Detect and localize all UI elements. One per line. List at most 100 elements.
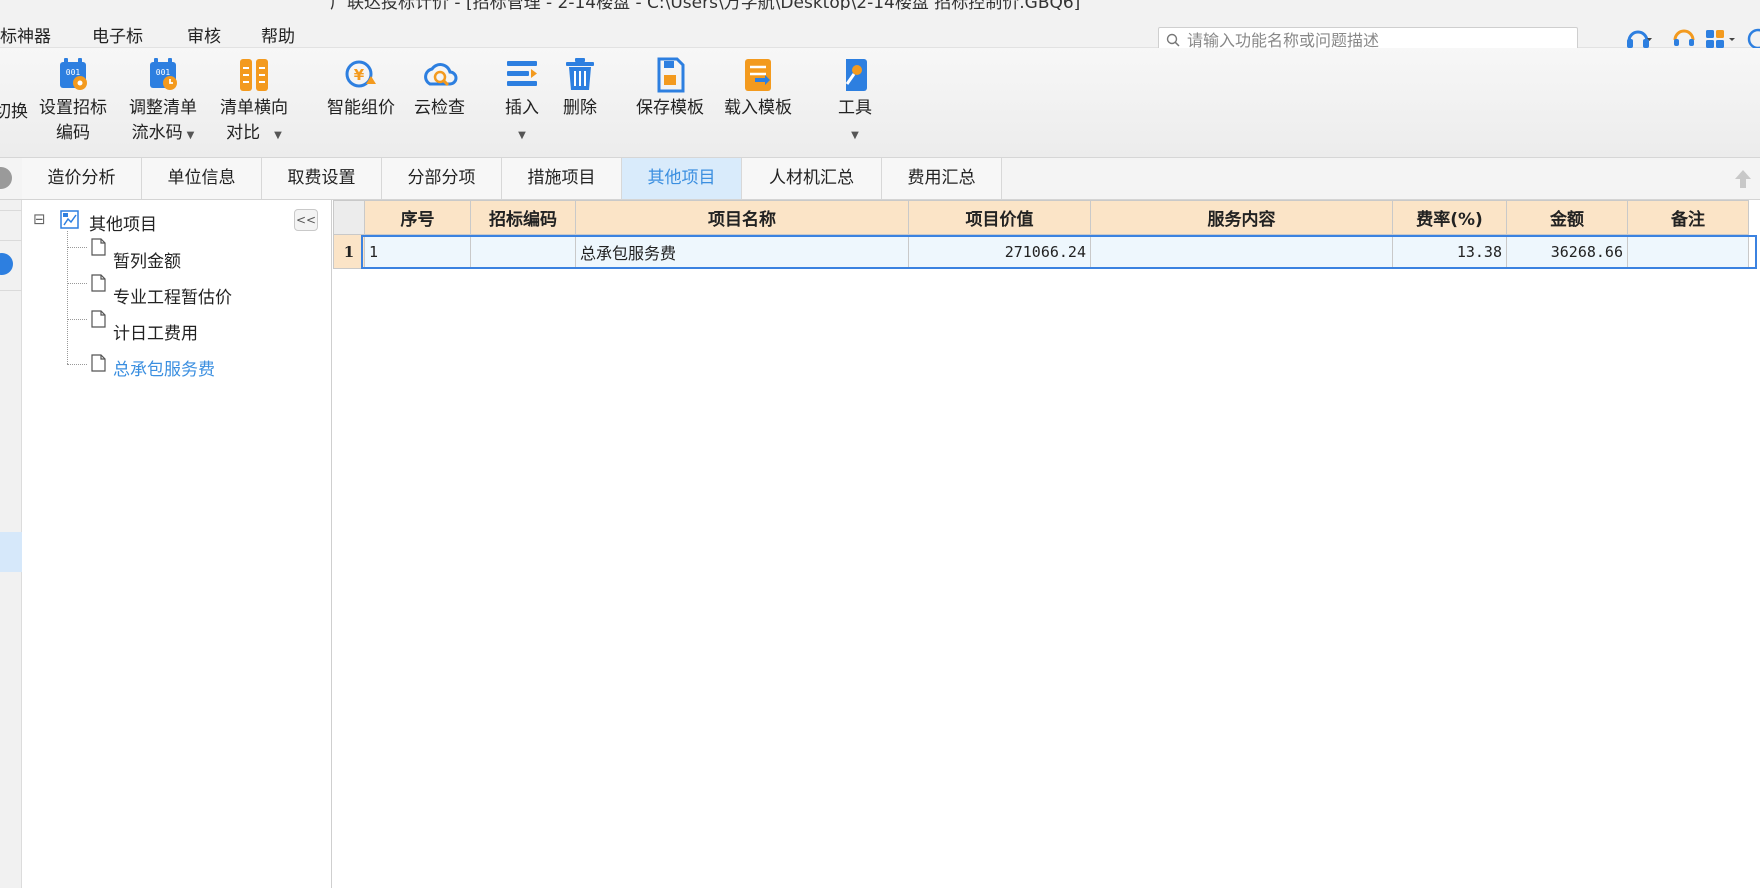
load-template-icon bbox=[745, 59, 771, 91]
set-code-line1: 设置招标 bbox=[39, 98, 107, 118]
cell-remark[interactable] bbox=[1627, 234, 1749, 269]
status-dot-icon[interactable] bbox=[0, 253, 13, 275]
load-template-button[interactable]: 载入模板 bbox=[724, 56, 792, 121]
menu-help[interactable]: 帮助 bbox=[261, 22, 295, 47]
app-window: 广联达投标计价 - [招标管理 - 2-14楼盘 - C:\Users\万字航\… bbox=[0, 0, 1760, 888]
tab-fee-summary[interactable]: 费用汇总 bbox=[882, 158, 1002, 199]
document-icon bbox=[91, 238, 106, 256]
delete-button[interactable]: 删除 bbox=[561, 56, 599, 121]
trash-icon bbox=[566, 58, 594, 90]
row-number[interactable]: 1 bbox=[333, 234, 365, 269]
tab-cost-analysis[interactable]: 造价分析 bbox=[22, 158, 142, 199]
load-template-label: 载入模板 bbox=[724, 98, 792, 118]
svg-text:¥: ¥ bbox=[354, 66, 365, 84]
tree-panel: ⊟ 其他项目 << 暂列金额 专业工程暂估价 计日工费用 总承包服务费 bbox=[22, 200, 332, 888]
tab-other-items[interactable]: 其他项目 bbox=[622, 158, 742, 199]
cell-service[interactable] bbox=[1090, 234, 1393, 269]
collapse-panel-button[interactable]: << bbox=[294, 209, 318, 231]
ribbon-toolbar: 切换 001 设置招标 编码 001 调整清单 流水码 ▼ 清单横向 对比 ▼ … bbox=[0, 48, 1760, 158]
side-selection-marker bbox=[0, 532, 22, 572]
dropdown-caret-icon[interactable]: ▼ bbox=[274, 130, 282, 141]
cell-seq[interactable]: 1 bbox=[364, 234, 471, 269]
smart-price-label: 智能组价 bbox=[327, 98, 395, 118]
cell-name[interactable]: 总承包服务费 bbox=[575, 234, 909, 269]
tree-item-provisional-sum[interactable]: 暂列金额 bbox=[113, 247, 181, 272]
menu-bar: 标神器 电子标 审核 帮助 bbox=[0, 10, 1760, 54]
calendar-clock-icon: 001 bbox=[150, 58, 177, 90]
tab-labor-materials[interactable]: 人材机汇总 bbox=[742, 158, 882, 199]
title-bar: 广联达投标计价 - [招标管理 - 2-14楼盘 - C:\Users\万字航\… bbox=[0, 0, 1760, 10]
tools-label: 工具 bbox=[838, 98, 872, 118]
dropdown-caret-icon[interactable]: ▼ bbox=[187, 130, 195, 141]
tools-button[interactable]: 工具 ▼ bbox=[836, 56, 874, 148]
col-header-code[interactable]: 招标编码 bbox=[470, 200, 576, 235]
compare-line2: 对比 bbox=[226, 123, 261, 143]
menu-dianzibiao[interactable]: 电子标 bbox=[92, 22, 143, 47]
tab-sub-items[interactable]: 分部分项 bbox=[382, 158, 502, 199]
save-template-icon bbox=[657, 57, 685, 93]
tab-unit-info[interactable]: 单位信息 bbox=[142, 158, 262, 199]
tab-scroll-left-icon[interactable] bbox=[0, 167, 12, 189]
compare-columns-icon bbox=[240, 59, 268, 91]
adjust-line2: 流水码 bbox=[131, 123, 183, 143]
adjust-line1: 调整清单 bbox=[129, 98, 197, 118]
set-tender-code-button[interactable]: 001 设置招标 编码 bbox=[39, 56, 107, 146]
data-grid-area: 序号 招标编码 项目名称 项目价值 服务内容 费率(%) 金额 备注 1 1 总… bbox=[333, 200, 1760, 888]
col-header-rate[interactable]: 费率(%) bbox=[1392, 200, 1507, 235]
col-header-service[interactable]: 服务内容 bbox=[1090, 200, 1393, 235]
tree-item-daywork[interactable]: 计日工费用 bbox=[113, 319, 198, 344]
cell-code[interactable] bbox=[470, 234, 576, 269]
cloud-check-button[interactable]: 云检查 bbox=[414, 56, 465, 121]
col-header-amount[interactable]: 金额 bbox=[1506, 200, 1628, 235]
cloud-check-label: 云检查 bbox=[414, 98, 465, 118]
col-header-name[interactable]: 项目名称 bbox=[575, 200, 909, 235]
list-compare-button[interactable]: 清单横向 对比 ▼ bbox=[220, 56, 288, 148]
cell-rate[interactable]: 13.38 bbox=[1392, 234, 1507, 269]
switch-label: 切换 bbox=[0, 102, 28, 122]
save-template-label: 保存模板 bbox=[636, 98, 704, 118]
document-icon bbox=[91, 354, 106, 372]
col-header-remark[interactable]: 备注 bbox=[1627, 200, 1749, 235]
cell-amount[interactable]: 36268.66 bbox=[1506, 234, 1628, 269]
menu-shenhe[interactable]: 审核 bbox=[187, 22, 221, 47]
other-items-table: 序号 招标编码 项目名称 项目价值 服务内容 费率(%) 金额 备注 1 1 总… bbox=[333, 200, 1749, 269]
tree-item-specialty-estimate[interactable]: 专业工程暂估价 bbox=[113, 283, 232, 308]
delete-label: 删除 bbox=[563, 98, 597, 118]
tree-item-general-contract-fee[interactable]: 总承包服务费 bbox=[113, 355, 215, 380]
tree-folder-chart-icon bbox=[60, 210, 79, 229]
switch-button[interactable]: 切换 bbox=[0, 100, 28, 125]
col-header-value[interactable]: 项目价值 bbox=[908, 200, 1091, 235]
set-code-line2: 编码 bbox=[56, 123, 90, 143]
document-icon bbox=[91, 274, 106, 292]
adjust-serial-button[interactable]: 001 调整清单 流水码 ▼ bbox=[129, 56, 197, 148]
table-row[interactable]: 1 1 总承包服务费 271066.24 13.38 36268.66 bbox=[333, 234, 1749, 269]
smart-pricing-button[interactable]: ¥ 智能组价 bbox=[327, 56, 395, 121]
col-header-seq[interactable]: 序号 bbox=[364, 200, 471, 235]
cell-value[interactable]: 271066.24 bbox=[908, 234, 1091, 269]
compare-line1: 清单横向 bbox=[220, 98, 288, 118]
insert-button[interactable]: 插入 ▼ bbox=[503, 56, 541, 148]
up-arrow-icon[interactable] bbox=[1734, 168, 1752, 190]
cloud-search-icon bbox=[423, 63, 457, 87]
save-template-button[interactable]: 保存模板 bbox=[636, 56, 704, 121]
calendar-gear-icon: 001 bbox=[60, 58, 87, 90]
tree-root-label[interactable]: 其他项目 bbox=[89, 210, 157, 235]
menu-biaoshenqi[interactable]: 标神器 bbox=[0, 22, 51, 47]
insert-label: 插入 bbox=[505, 98, 539, 118]
dropdown-caret-icon[interactable]: ▼ bbox=[518, 130, 526, 141]
search-icon bbox=[1166, 33, 1180, 47]
corner-cell[interactable] bbox=[333, 200, 365, 235]
insert-rows-icon bbox=[507, 61, 537, 86]
svg-text:001: 001 bbox=[156, 68, 171, 77]
left-side-strip bbox=[0, 200, 22, 888]
tab-bar: 造价分析 单位信息 取费设置 分部分项 措施项目 其他项目 人材机汇总 费用汇总 bbox=[0, 158, 1760, 200]
window-title: 广联达投标计价 - [招标管理 - 2-14楼盘 - C:\Users\万字航\… bbox=[330, 0, 1081, 10]
tree-collapse-icon[interactable]: ⊟ bbox=[33, 210, 46, 228]
dropdown-caret-icon[interactable]: ▼ bbox=[851, 130, 859, 141]
tab-measures[interactable]: 措施项目 bbox=[502, 158, 622, 199]
table-header-row: 序号 招标编码 项目名称 项目价值 服务内容 费率(%) 金额 备注 bbox=[333, 200, 1749, 235]
tools-wrench-icon bbox=[845, 59, 867, 91]
tab-fee-settings[interactable]: 取费设置 bbox=[262, 158, 382, 199]
document-icon bbox=[91, 310, 106, 328]
smart-price-icon: ¥ bbox=[345, 60, 376, 88]
